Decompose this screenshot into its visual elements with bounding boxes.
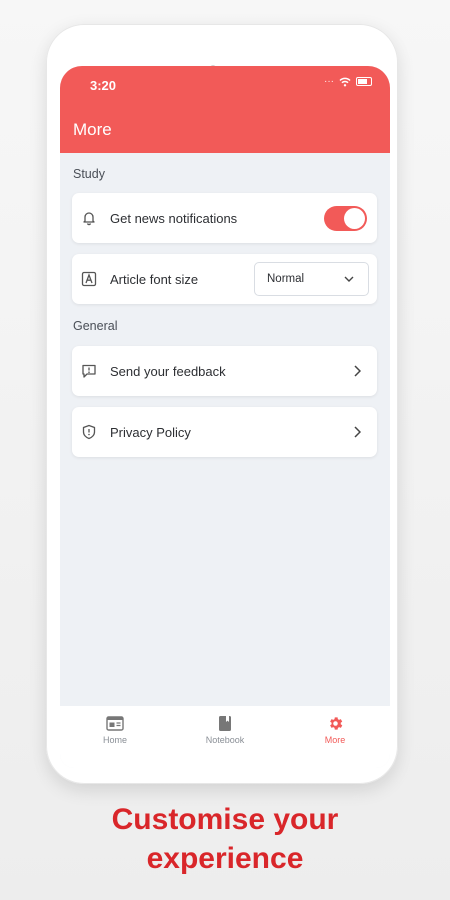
home-icon <box>106 714 124 732</box>
font-size-setting: Article font size Normal <box>72 254 377 304</box>
shield-icon <box>80 423 98 441</box>
privacy-policy-item[interactable]: Privacy Policy <box>72 407 377 457</box>
battery-icon <box>356 77 372 86</box>
font-size-select[interactable]: Normal <box>254 262 369 296</box>
feedback-icon <box>80 362 98 380</box>
notifications-toggle[interactable] <box>324 205 367 231</box>
wifi-icon <box>339 77 351 86</box>
tagline-line-1: Customise your <box>111 803 339 836</box>
nav-more-label: More <box>324 735 346 745</box>
nav-notebook[interactable]: Notebook <box>180 714 270 745</box>
font-size-value: Normal <box>267 273 305 285</box>
notifications-label: Get news notifications <box>110 210 238 226</box>
bell-icon <box>80 209 98 227</box>
feedback-label: Send your feedback <box>110 363 226 379</box>
chevron-right-icon <box>354 365 361 377</box>
status-icons: ··· <box>324 76 372 87</box>
privacy-label: Privacy Policy <box>110 424 191 440</box>
chevron-down-icon <box>344 276 354 282</box>
marketing-tagline: Customise your experience <box>0 800 450 878</box>
nav-home-label: Home <box>102 735 127 745</box>
page-title: More <box>73 120 112 139</box>
font-size-label: Article font size <box>110 271 199 287</box>
bottom-navigation: Home Notebook More <box>60 706 390 768</box>
section-header-study: Study <box>73 167 105 181</box>
nav-more[interactable]: More <box>290 714 380 745</box>
font-size-icon <box>80 270 98 288</box>
feedback-item[interactable]: Send your feedback <box>72 346 377 396</box>
signal-icon: ··· <box>324 76 334 87</box>
toggle-knob <box>344 207 365 229</box>
nav-notebook-label: Notebook <box>205 735 245 745</box>
app-screen: 3:20 ··· More Study Get news notificatio… <box>60 66 390 768</box>
app-bar: 3:20 ··· More <box>60 66 390 153</box>
status-time: 3:20 <box>90 78 117 93</box>
notifications-setting[interactable]: Get news notifications <box>72 193 377 243</box>
gear-icon <box>327 714 344 732</box>
notebook-icon <box>218 714 232 732</box>
tagline-line-2: experience <box>146 842 304 875</box>
chevron-right-icon <box>354 426 361 438</box>
nav-home[interactable]: Home <box>70 714 160 745</box>
section-header-general: General <box>73 319 118 333</box>
